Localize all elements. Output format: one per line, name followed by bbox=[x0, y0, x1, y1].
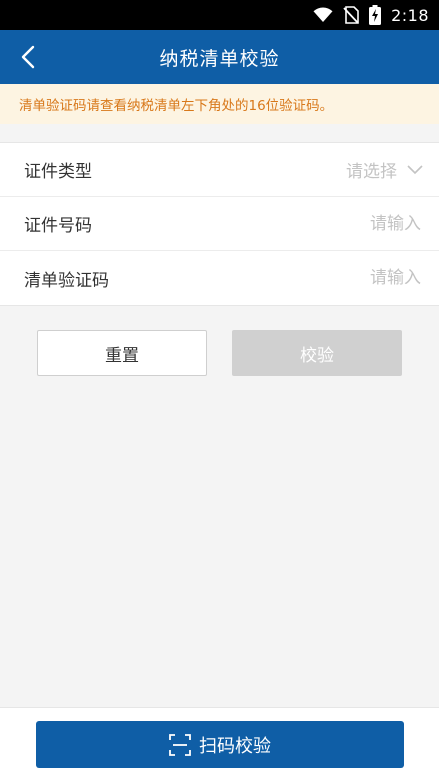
chevron-down-icon bbox=[407, 164, 423, 174]
verification-form: 证件类型 请选择 证件号码 清单验证码 bbox=[0, 142, 439, 306]
battery-charging-icon bbox=[369, 5, 382, 25]
cert-type-value: 请选择 bbox=[346, 157, 423, 182]
verify-code-input[interactable] bbox=[243, 267, 423, 289]
scan-frame-icon bbox=[169, 733, 191, 756]
cert-number-row: 证件号码 bbox=[0, 197, 439, 251]
scan-verify-button[interactable]: 扫码校验 bbox=[36, 721, 404, 768]
bottom-bar: 扫码校验 bbox=[0, 707, 439, 780]
status-bar: 2:18 bbox=[0, 0, 439, 30]
wifi-icon bbox=[313, 7, 333, 23]
status-time: 2:18 bbox=[391, 5, 429, 25]
app-bar: 纳税清单校验 bbox=[0, 30, 439, 84]
notice-banner: 清单验证码请查看纳税清单左下角处的16位验证码。 bbox=[0, 84, 439, 124]
no-sim-icon bbox=[343, 6, 359, 24]
reset-button[interactable]: 重置 bbox=[37, 330, 207, 376]
cert-type-select[interactable]: 证件类型 请选择 bbox=[0, 143, 439, 197]
cert-number-input[interactable] bbox=[243, 212, 423, 235]
verify-button[interactable]: 校验 bbox=[232, 330, 402, 376]
back-button[interactable] bbox=[6, 30, 50, 84]
screen: 2:18 纳税清单校验 清单验证码请查看纳税清单左下角处的16位验证码。 证件类… bbox=[0, 0, 439, 780]
cert-number-label: 证件号码 bbox=[24, 216, 92, 236]
verify-code-label: 清单验证码 bbox=[24, 270, 109, 291]
notice-text: 清单验证码请查看纳税清单左下角处的16位验证码。 bbox=[19, 98, 334, 114]
cert-type-label: 证件类型 bbox=[24, 162, 92, 182]
cert-type-placeholder: 请选择 bbox=[346, 162, 397, 182]
scan-verify-label: 扫码校验 bbox=[199, 735, 271, 757]
page-title: 纳税清单校验 bbox=[159, 47, 280, 70]
verify-code-row: 清单验证码 bbox=[0, 251, 439, 305]
chevron-left-icon bbox=[21, 45, 35, 69]
